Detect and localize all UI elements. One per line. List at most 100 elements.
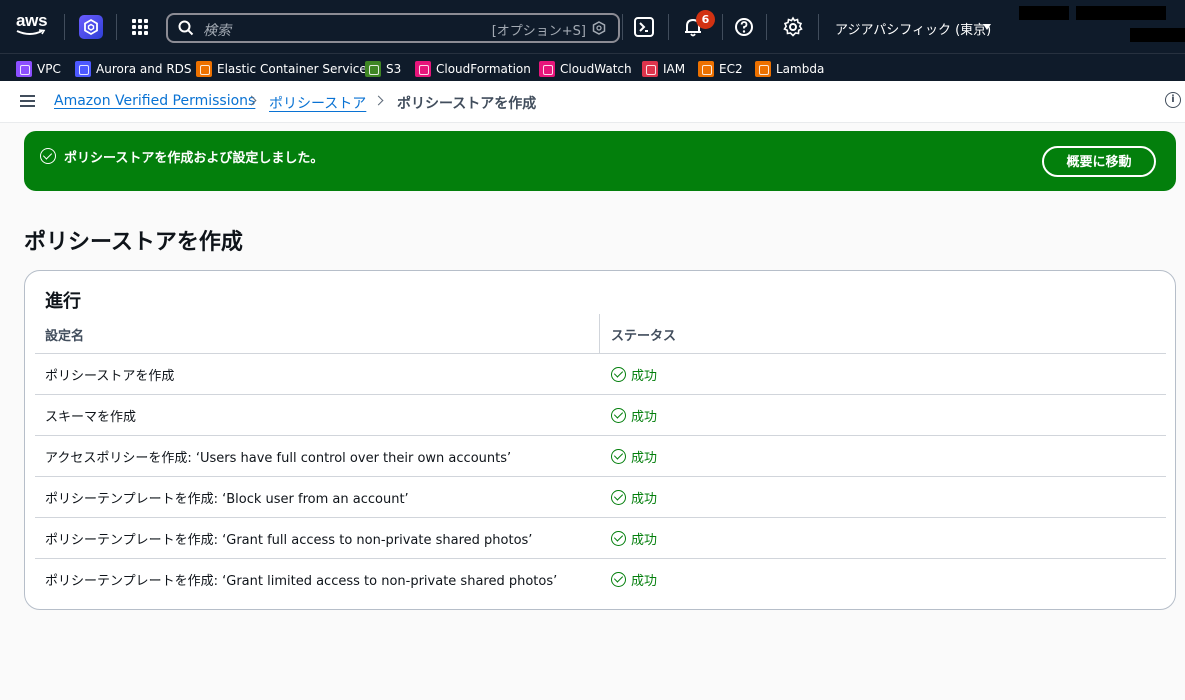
notification-badge: 6: [696, 10, 715, 29]
breadcrumb-policy-stores[interactable]: ポリシーストア: [269, 93, 366, 113]
setting-name: ポリシーテンプレートを作成: ‘Block user from an accou…: [45, 492, 409, 507]
favorite-label: S3: [386, 62, 402, 76]
aws-logo[interactable]: aws: [16, 12, 50, 40]
favorite-lambda[interactable]: Lambda: [755, 61, 824, 77]
top-navigation: aws 検索 [オプション+S] 6 アジアパシフィック (東京): [0, 0, 1185, 53]
table-row: アクセスポリシーを作成: ‘Users have full control ov…: [35, 435, 1166, 476]
search-icon: [178, 20, 194, 36]
divider: [622, 14, 623, 40]
lambda-icon: [755, 61, 771, 77]
favorite-iam[interactable]: IAM: [642, 61, 685, 77]
status-text: 成功: [631, 451, 658, 466]
favorite-ec2[interactable]: EC2: [698, 61, 743, 77]
progress-container: 進行 設定名 ステータス ポリシーストアを作成 成功 スキーマを作成 成功 アク…: [24, 270, 1176, 610]
favorite-vpc[interactable]: VPC: [16, 61, 61, 77]
search-shortcut: [オプション+S]: [491, 24, 586, 39]
gear-icon[interactable]: [782, 16, 804, 38]
redacted-account: [1076, 6, 1166, 20]
cloudshell-icon[interactable]: [633, 16, 655, 38]
success-icon: [611, 408, 626, 423]
favorite-cloudwatch[interactable]: CloudWatch: [539, 61, 632, 77]
favorite-label: Lambda: [776, 62, 825, 76]
q-icon[interactable]: [79, 15, 103, 39]
info-icon[interactable]: i: [1165, 92, 1181, 108]
ec2-icon: [698, 61, 714, 77]
table-row: ポリシーテンプレートを作成: ‘Grant limited access to …: [35, 558, 1166, 599]
s3-icon: [365, 61, 381, 77]
aws-smile-icon: [16, 29, 46, 35]
rds-icon: [75, 61, 91, 77]
status-indicator: 成功: [611, 406, 657, 425]
column-header-status: ステータス: [611, 329, 677, 344]
status-indicator: 成功: [611, 488, 657, 507]
favorite-ecs[interactable]: Elastic Container Service: [196, 61, 367, 77]
divider: [722, 14, 723, 40]
setting-name: アクセスポリシーを作成: ‘Users have full control ov…: [45, 451, 512, 466]
setting-name: ポリシーテンプレートを作成: ‘Grant limited access to …: [45, 574, 558, 589]
help-icon[interactable]: [733, 16, 755, 38]
divider: [766, 14, 767, 40]
divider: [668, 14, 669, 40]
status-text: 成功: [631, 574, 658, 589]
table-row: スキーマを作成 成功: [35, 394, 1166, 435]
setting-name: ポリシーテンプレートを作成: ‘Grant full access to non…: [45, 533, 533, 548]
flash-message: ポリシーストアを作成および設定しました。: [64, 151, 324, 166]
success-flash: ポリシーストアを作成および設定しました。 概要に移動: [24, 131, 1176, 191]
cloudformation-icon: [415, 61, 431, 77]
favorite-s3[interactable]: S3: [365, 61, 401, 77]
status-text: 成功: [631, 533, 658, 548]
status-text: 成功: [631, 410, 658, 425]
divider: [818, 14, 819, 40]
column-divider: [599, 314, 600, 354]
favorite-label: VPC: [37, 62, 61, 76]
check-circle-icon: [40, 148, 56, 164]
status-text: 成功: [631, 492, 658, 507]
apps-grid-icon[interactable]: [132, 19, 148, 35]
cloudwatch-icon: [539, 61, 555, 77]
favorite-label: Aurora and RDS: [96, 62, 192, 76]
divider: [64, 14, 65, 40]
favorite-label: Elastic Container Service: [217, 62, 367, 76]
region-selector[interactable]: アジアパシフィック (東京): [835, 19, 991, 38]
favorite-cloudformation[interactable]: CloudFormation: [415, 61, 531, 77]
status-indicator: 成功: [611, 529, 657, 548]
breadcrumb-verified-permissions[interactable]: Amazon Verified Permissions: [54, 93, 255, 109]
status-text: 成功: [631, 369, 658, 384]
favorite-label: EC2: [719, 62, 743, 76]
page-title: ポリシーストアを作成: [24, 230, 243, 255]
q-small-icon: [592, 21, 606, 35]
success-icon: [611, 490, 626, 505]
vpc-icon: [16, 61, 32, 77]
breadcrumb: Amazon Verified Permissions ポリシーストア ポリシー…: [0, 81, 1185, 123]
divider: [116, 14, 117, 40]
favorite-label: CloudFormation: [436, 62, 531, 76]
favorite-label: CloudWatch: [560, 62, 632, 76]
status-indicator: 成功: [611, 570, 657, 589]
status-indicator: 成功: [611, 447, 657, 466]
iam-icon: [642, 61, 658, 77]
ecs-icon: [196, 61, 212, 77]
redacted-account: [1130, 28, 1185, 42]
favorite-aurora-rds[interactable]: Aurora and RDS: [75, 61, 192, 77]
success-icon: [611, 367, 626, 382]
favorite-label: IAM: [663, 62, 686, 76]
table-row: ポリシーテンプレートを作成: ‘Block user from an accou…: [35, 476, 1166, 517]
favorites-bar: VPC Aurora and RDS Elastic Container Ser…: [0, 53, 1185, 81]
status-indicator: 成功: [611, 365, 657, 384]
success-icon: [611, 449, 626, 464]
breadcrumb-current: ポリシーストアを作成: [397, 96, 537, 112]
success-icon: [611, 531, 626, 546]
menu-icon[interactable]: [20, 95, 35, 107]
chevron-right-icon: [373, 95, 384, 106]
column-header-setting: 設定名: [45, 329, 85, 344]
setting-name: スキーマを作成: [45, 410, 137, 425]
search-input[interactable]: 検索 [オプション+S]: [166, 13, 620, 43]
table-row: ポリシーテンプレートを作成: ‘Grant full access to non…: [35, 517, 1166, 558]
table-row: ポリシーストアを作成 成功: [35, 353, 1166, 394]
go-to-overview-button[interactable]: 概要に移動: [1042, 146, 1156, 177]
caret-down-icon: [983, 24, 991, 30]
search-placeholder: 検索: [203, 23, 231, 39]
aws-logo-text: aws: [16, 11, 48, 30]
redacted-account: [1019, 6, 1069, 20]
setting-name: ポリシーストアを作成: [45, 369, 175, 384]
